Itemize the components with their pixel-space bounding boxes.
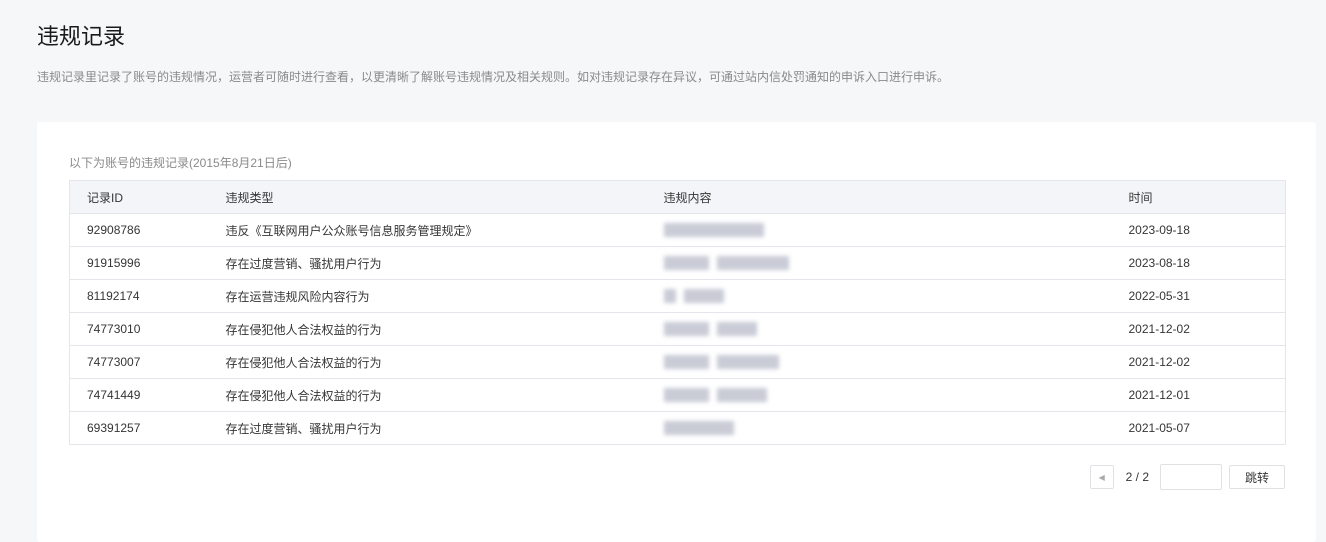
table-row: 74773010 存在侵犯他人合法权益的行为 2021-12-02 [69, 312, 1286, 346]
table-row: 69391257 存在过度营销、骚扰用户行为 2021-05-07 [69, 411, 1286, 445]
records-card: 以下为账号的违规记录(2015年8月21日后) 记录ID 违规类型 违规内容 时… [37, 122, 1316, 542]
blurred-content [716, 256, 789, 271]
violation-time: 2023-08-18 [1128, 246, 1286, 280]
record-id: 74741449 [69, 378, 226, 412]
blurred-content [716, 322, 757, 337]
blurred-content [663, 289, 676, 304]
record-id: 74773010 [69, 312, 226, 346]
page-jump-input[interactable] [1160, 464, 1222, 490]
blurred-content [716, 388, 767, 403]
violation-type: 违反《互联网用户公众账号信息服务管理规定》 [225, 213, 664, 247]
table-header: 记录ID 违规类型 违规内容 时间 [69, 180, 1286, 214]
prev-page-button[interactable]: ◀ [1089, 465, 1114, 489]
violation-table: 记录ID 违规类型 违规内容 时间 92908786 违反《互联网用户公众账号信… [69, 180, 1286, 445]
violation-type: 存在侵犯他人合法权益的行为 [225, 345, 664, 379]
blurred-content [663, 421, 734, 436]
column-time: 时间 [1128, 180, 1286, 214]
column-type: 违规类型 [225, 180, 664, 214]
violation-type: 存在过度营销、骚扰用户行为 [225, 411, 664, 445]
blurred-content [663, 322, 709, 337]
pagination: ◀ 2 / 2 跳转 [1089, 464, 1285, 490]
caret-left-icon: ◀ [1098, 472, 1105, 482]
page-indicator: 2 / 2 [1125, 470, 1149, 484]
violation-content [663, 246, 1129, 280]
record-id: 74773007 [69, 345, 226, 379]
violation-content [663, 345, 1129, 379]
blurred-content [663, 256, 709, 271]
blurred-content [663, 388, 709, 403]
blurred-content [663, 355, 709, 370]
column-content: 违规内容 [663, 180, 1129, 214]
violation-type: 存在运营违规风险内容行为 [225, 279, 664, 313]
violation-content [663, 279, 1129, 313]
violation-type: 存在侵犯他人合法权益的行为 [225, 312, 664, 346]
violation-content [663, 378, 1129, 412]
violation-time: 2021-12-02 [1128, 345, 1286, 379]
blurred-content [663, 223, 764, 238]
violation-time: 2022-05-31 [1128, 279, 1286, 313]
violation-time: 2021-12-02 [1128, 312, 1286, 346]
violation-content [663, 312, 1129, 346]
violation-content [663, 213, 1129, 247]
column-id: 记录ID [69, 180, 226, 214]
records-caption: 以下为账号的违规记录(2015年8月21日后) [69, 156, 292, 170]
blurred-content [716, 355, 779, 370]
table-row: 74773007 存在侵犯他人合法权益的行为 2021-12-02 [69, 345, 1286, 379]
page-description: 违规记录里记录了账号的违规情况，运营者可随时进行查看，以更清晰了解账号违规情况及… [37, 70, 950, 84]
table-row: 81192174 存在运营违规风险内容行为 2022-05-31 [69, 279, 1286, 313]
record-id: 69391257 [69, 411, 226, 445]
violation-time: 2023-09-18 [1128, 213, 1286, 247]
jump-button[interactable]: 跳转 [1229, 465, 1285, 489]
blurred-content [683, 289, 724, 304]
table-row: 74741449 存在侵犯他人合法权益的行为 2021-12-01 [69, 378, 1286, 412]
table-row: 92908786 违反《互联网用户公众账号信息服务管理规定》 2023-09-1… [69, 213, 1286, 247]
table-row: 91915996 存在过度营销、骚扰用户行为 2023-08-18 [69, 246, 1286, 280]
violation-content [663, 411, 1129, 445]
page-title: 违规记录 [37, 24, 126, 49]
violation-time: 2021-05-07 [1128, 411, 1286, 445]
violation-type: 存在侵犯他人合法权益的行为 [225, 378, 664, 412]
record-id: 92908786 [69, 213, 226, 247]
record-id: 91915996 [69, 246, 226, 280]
violation-type: 存在过度营销、骚扰用户行为 [225, 246, 664, 280]
record-id: 81192174 [69, 279, 226, 313]
violation-time: 2021-12-01 [1128, 378, 1286, 412]
